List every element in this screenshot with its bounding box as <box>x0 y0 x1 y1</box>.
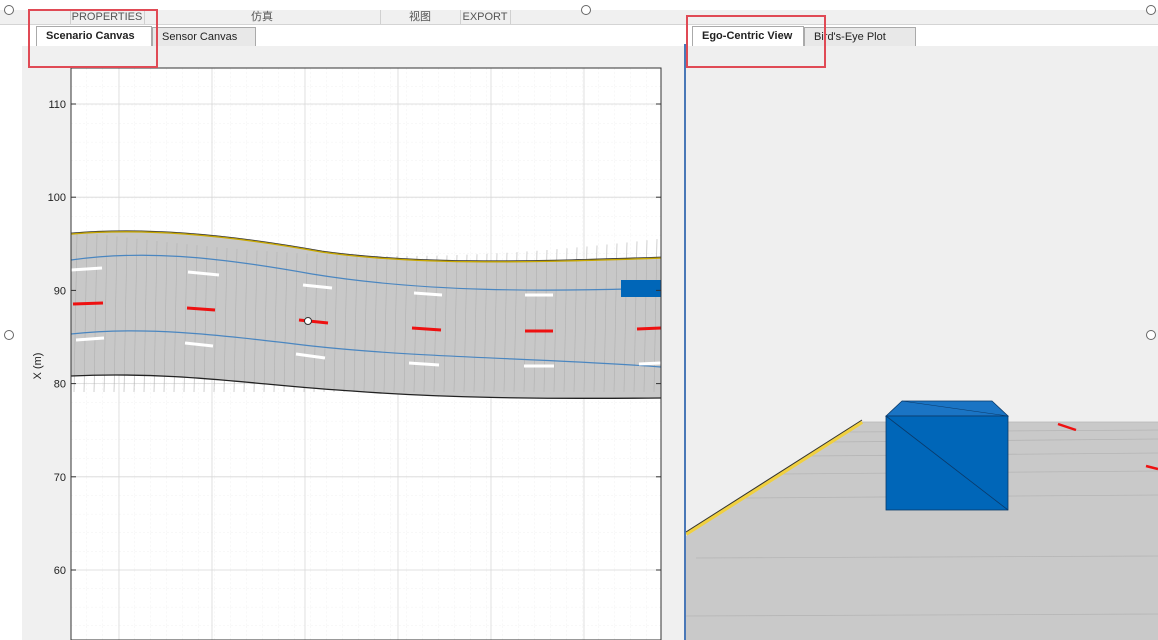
vehicle-actor[interactable] <box>621 280 661 297</box>
y-axis-label: X (m) <box>32 353 44 380</box>
ego-centric-3d-view[interactable] <box>686 46 1158 640</box>
highlight-box-ego-tab <box>686 15 826 68</box>
toolstrip-simulate-label[interactable]: 仿真 <box>144 10 381 24</box>
toolstrip-export-label[interactable]: EXPORT <box>460 10 511 24</box>
resize-handle-top-right[interactable] <box>1146 5 1156 15</box>
y-tick-label: 100 <box>48 192 66 204</box>
toolstrip-view-label[interactable]: 视图 <box>380 10 461 24</box>
resize-handle-top-center[interactable] <box>581 5 591 15</box>
y-tick-label: 80 <box>54 379 66 391</box>
y-tick-label: 110 <box>48 99 66 111</box>
waypoint-marker[interactable] <box>304 317 312 325</box>
y-tick-label: 60 <box>54 565 66 577</box>
resize-handle-top-left[interactable] <box>4 5 14 15</box>
ego-centric-view-panel <box>686 46 1158 640</box>
toolstrip: PROPERTIES 仿真 视图 EXPORT <box>0 10 1158 25</box>
y-tick-label: 70 <box>54 472 66 484</box>
y-tick-labels: 110 100 90 80 70 60 <box>48 99 66 577</box>
resize-handle-mid-right[interactable] <box>1146 330 1156 340</box>
scenario-canvas-panel: 110 100 90 80 70 60 X (m) <box>22 46 684 640</box>
y-tick-label: 90 <box>54 285 66 297</box>
ego-vehicle-box[interactable] <box>884 400 1010 511</box>
resize-handle-mid-left[interactable] <box>4 330 14 340</box>
scenario-canvas-plot[interactable]: 110 100 90 80 70 60 X (m) <box>22 46 684 640</box>
highlight-box-scenario-tab <box>28 9 158 68</box>
tab-sensor-canvas[interactable]: Sensor Canvas <box>152 27 256 46</box>
